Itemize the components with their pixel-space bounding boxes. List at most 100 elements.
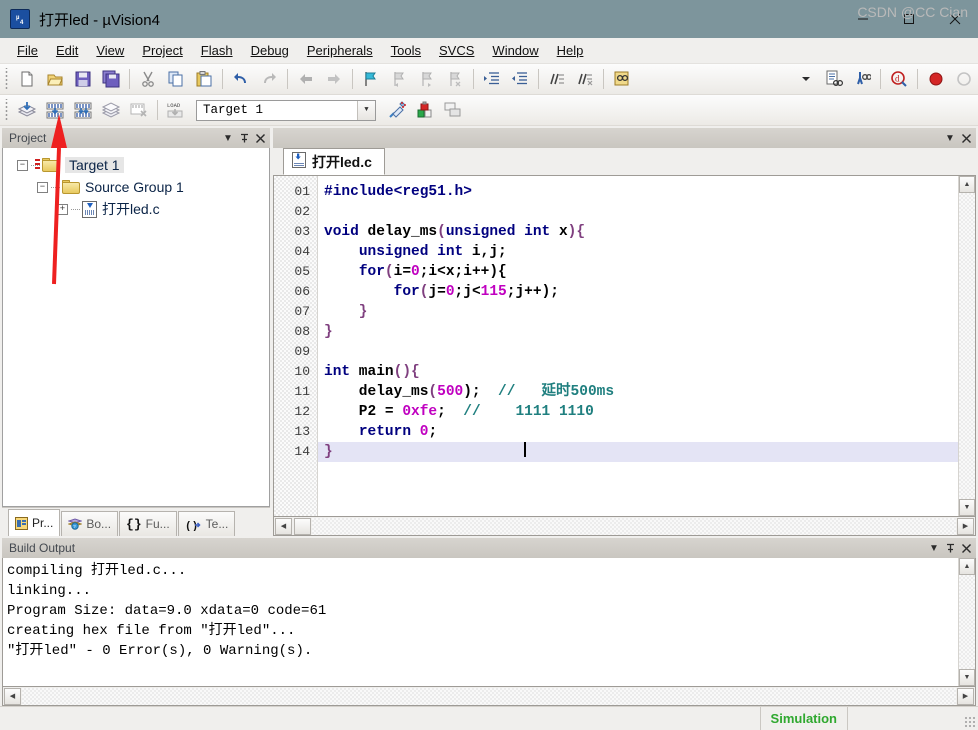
batch-build-icon[interactable] <box>98 98 124 123</box>
tree-node-target[interactable]: − Target 1 <box>3 154 269 176</box>
record-icon[interactable] <box>923 67 949 92</box>
hscroll-track[interactable] <box>312 517 956 535</box>
uncomment-lines-icon[interactable] <box>572 67 598 92</box>
manage-components-icon[interactable] <box>412 98 438 123</box>
project-tree[interactable]: − Target 1 − Source Group 1 + 打开led.c <box>2 148 270 507</box>
find-binoculars-icon[interactable] <box>849 67 875 92</box>
code-editor[interactable]: 01 02 03 04 05 06 07 08 09 10 11 12 13 1… <box>273 176 976 517</box>
minimize-button[interactable] <box>840 0 886 38</box>
menu-tools[interactable]: Tools <box>382 40 430 61</box>
code-line[interactable]: for(j=0;j<115;j++); <box>318 282 958 302</box>
build-scroll-down-button[interactable]: ▼ <box>959 669 975 686</box>
build-dropdown-icon[interactable]: ▼ <box>926 540 942 556</box>
code-line[interactable]: return 0; <box>318 422 958 442</box>
menu-peripherals[interactable]: Peripherals <box>298 40 382 61</box>
menu-view[interactable]: View <box>87 40 133 61</box>
tree-node-source-group[interactable]: − Source Group 1 <box>3 176 269 198</box>
code-line[interactable]: } <box>318 322 958 342</box>
maximize-button[interactable] <box>886 0 932 38</box>
build-vertical-scrollbar[interactable]: ▲ ▼ <box>958 558 975 686</box>
copy-icon[interactable] <box>163 67 189 92</box>
toolbar-grip[interactable] <box>3 68 10 90</box>
target-expander[interactable]: − <box>17 159 28 171</box>
save-icon[interactable] <box>70 67 96 92</box>
new-file-icon[interactable] <box>14 67 40 92</box>
menu-file[interactable]: File <box>8 40 47 61</box>
text-find-icon[interactable] <box>821 67 847 92</box>
tab-project[interactable]: Pr... <box>8 509 61 536</box>
comment-lines-icon[interactable] <box>544 67 570 92</box>
menu-debug[interactable]: Debug <box>242 40 298 61</box>
cut-icon[interactable] <box>135 67 161 92</box>
scroll-right-button[interactable]: ▶ <box>957 517 974 535</box>
code-line[interactable]: } <box>318 302 958 322</box>
build-toolbar-grip[interactable] <box>3 99 10 121</box>
tree-node-source-file[interactable]: + 打开led.c <box>3 198 269 220</box>
tab-books[interactable]: ? Bo... <box>61 511 119 536</box>
build-scroll-left-button[interactable]: ◀ <box>4 687 21 705</box>
menu-flash[interactable]: Flash <box>192 40 242 61</box>
multi-project-icon[interactable] <box>440 98 466 123</box>
navigate-forward-icon[interactable] <box>321 67 347 92</box>
code-line[interactable] <box>318 342 958 362</box>
toolbox-dropdown-icon[interactable] <box>793 67 819 92</box>
bookmark-next-icon[interactable] <box>414 67 440 92</box>
editor-tab-source[interactable]: 打开led.c <box>283 148 385 175</box>
menu-help[interactable]: Help <box>548 40 593 61</box>
project-close-icon[interactable] <box>252 130 268 146</box>
menu-edit[interactable]: Edit <box>47 40 87 61</box>
editor-horizontal-scrollbar[interactable]: ◀ ▶ <box>273 517 976 536</box>
translate-file-icon[interactable] <box>14 98 40 123</box>
scroll-up-button[interactable]: ▲ <box>959 176 975 193</box>
build-target-icon[interactable] <box>42 98 68 123</box>
editor-close-icon[interactable] <box>958 130 974 146</box>
code-line[interactable]: unsigned int i,j; <box>318 242 958 262</box>
menu-svcs[interactable]: SVCS <box>430 40 483 61</box>
build-close-icon[interactable] <box>958 540 974 556</box>
redo-icon[interactable] <box>256 67 282 92</box>
code-line[interactable]: delay_ms(500); // 延时500ms <box>318 382 958 402</box>
navigate-back-icon[interactable] <box>293 67 319 92</box>
undo-icon[interactable] <box>228 67 254 92</box>
build-pin-icon[interactable] <box>942 540 958 556</box>
stop-build-icon[interactable] <box>126 98 152 123</box>
menu-project[interactable]: Project <box>133 40 191 61</box>
source-group-expander[interactable]: − <box>37 181 48 193</box>
bookmark-prev-icon[interactable] <box>386 67 412 92</box>
bookmark-toggle-icon[interactable] <box>358 67 384 92</box>
scroll-left-button[interactable]: ◀ <box>275 517 292 535</box>
save-all-icon[interactable] <box>98 67 124 92</box>
code-line[interactable]: for(i=0;i<x;i++){ <box>318 262 958 282</box>
target-dropdown-arrow[interactable]: ▼ <box>357 100 375 120</box>
editor-vertical-scrollbar[interactable]: ▲ ▼ <box>958 176 975 516</box>
code-line[interactable]: P2 = 0xfe; // 1111 1110 <box>318 402 958 422</box>
debug-search-icon[interactable]: d <box>886 67 912 92</box>
target-selector[interactable]: Target 1 ▼ <box>196 99 376 121</box>
build-scroll-up-button[interactable]: ▲ <box>959 558 975 575</box>
tab-templates[interactable]: () Te... <box>177 511 236 536</box>
scroll-down-button[interactable]: ▼ <box>959 499 975 516</box>
code-text-area[interactable]: #include<reg51.h> void delay_ms(unsigned… <box>318 176 958 516</box>
code-line[interactable]: } <box>318 442 958 462</box>
find-in-files-icon[interactable] <box>609 67 635 92</box>
stop-icon[interactable] <box>951 67 977 92</box>
source-file-expander[interactable]: + <box>57 203 68 215</box>
tab-functions[interactable]: {} Fu... <box>119 511 177 536</box>
code-line[interactable]: #include<reg51.h> <box>318 182 958 202</box>
indent-decrease-icon[interactable] <box>507 67 533 92</box>
project-pin-icon[interactable] <box>236 130 252 146</box>
download-load-icon[interactable]: LOAD <box>163 98 189 123</box>
build-output-body[interactable]: compiling 打开led.c... linking... Program … <box>2 558 976 687</box>
editor-dropdown-icon[interactable]: ▼ <box>942 130 958 146</box>
build-scroll-right-button[interactable]: ▶ <box>957 687 974 705</box>
code-line[interactable]: int main(){ <box>318 362 958 382</box>
options-target-icon[interactable] <box>384 98 410 123</box>
menu-window[interactable]: Window <box>483 40 547 61</box>
paste-icon[interactable] <box>191 67 217 92</box>
open-file-icon[interactable] <box>42 67 68 92</box>
project-dropdown-icon[interactable]: ▼ <box>220 130 236 146</box>
code-line[interactable]: void delay_ms(unsigned int x){ <box>318 222 958 242</box>
code-line[interactable] <box>318 202 958 222</box>
bookmark-clear-icon[interactable] <box>442 67 468 92</box>
hscroll-thumb[interactable] <box>294 517 311 535</box>
